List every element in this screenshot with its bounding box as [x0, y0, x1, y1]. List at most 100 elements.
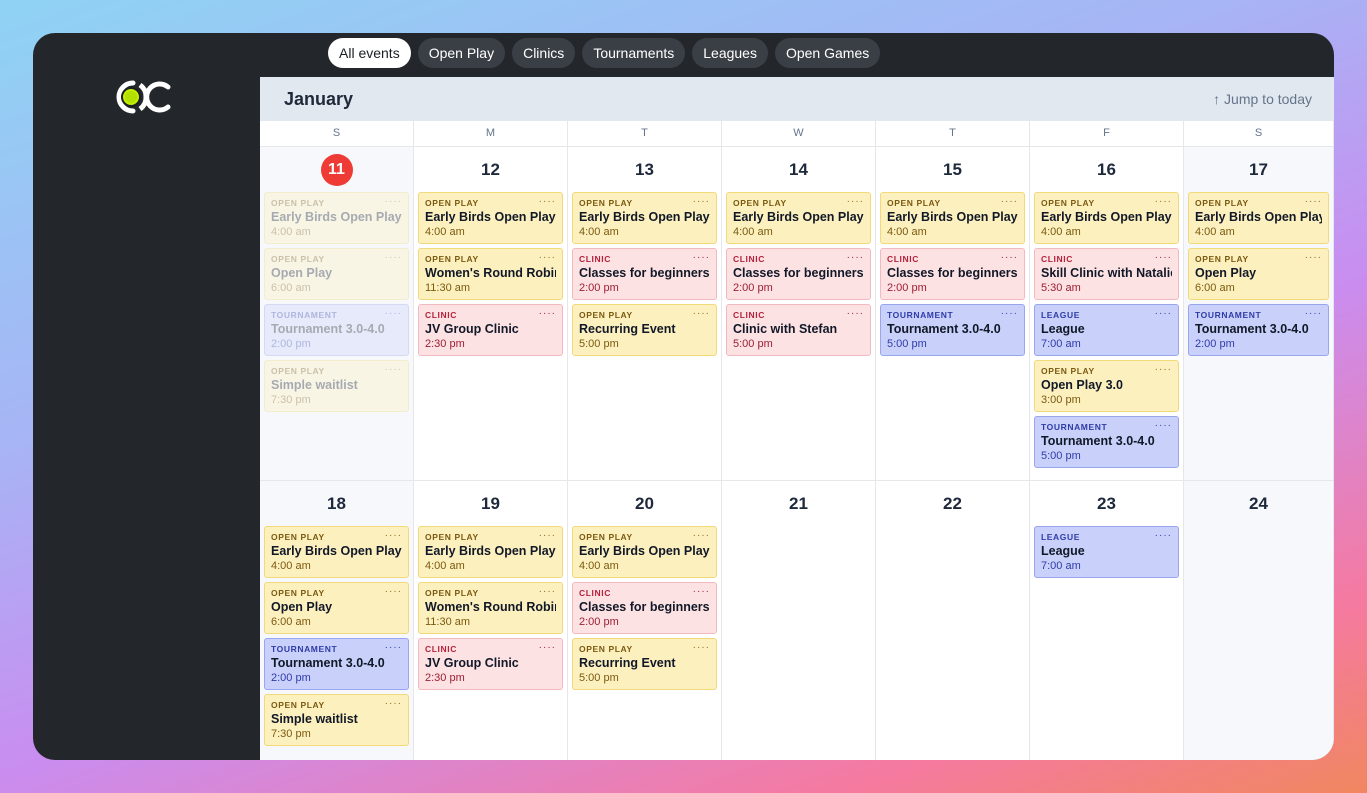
event-more-icon[interactable]: ····: [539, 308, 556, 319]
event-more-icon[interactable]: ····: [385, 252, 402, 263]
calendar-day-cell[interactable]: 24: [1184, 481, 1334, 760]
event-card[interactable]: OPEN PLAY Early Birds Open Play 4:00 am ···…: [572, 192, 717, 244]
event-card[interactable]: OPEN PLAY Early Birds Open Play 4:00 am ···…: [880, 192, 1025, 244]
event-more-icon[interactable]: ····: [385, 530, 402, 541]
jump-to-today-button[interactable]: ↑ Jump to today: [1213, 91, 1312, 107]
event-card[interactable]: OPEN PLAY Early Birds Open Play 4:00 am ···…: [1188, 192, 1329, 244]
day-number: 24: [1188, 481, 1329, 526]
calendar-day-cell[interactable]: 15 OPEN PLAY Early Birds Open Play 4:00 am ·…: [876, 147, 1030, 480]
event-more-icon[interactable]: ····: [693, 308, 710, 319]
filter-open-games[interactable]: Open Games: [774, 38, 881, 68]
event-more-icon[interactable]: ····: [385, 698, 402, 709]
event-card[interactable]: CLINIC Classes for beginners 2:00 pm ····: [572, 248, 717, 300]
event-more-icon[interactable]: ····: [385, 364, 402, 375]
event-card[interactable]: CLINIC JV Group Clinic 2:30 pm ····: [418, 304, 563, 356]
event-more-icon[interactable]: ····: [1001, 196, 1018, 207]
filter-all-events[interactable]: All events: [328, 38, 411, 68]
event-more-icon[interactable]: ····: [539, 530, 556, 541]
event-more-icon[interactable]: ····: [1001, 308, 1018, 319]
event-card[interactable]: OPEN PLAY Early Birds Open Play 4:00 am ···…: [418, 192, 563, 244]
filter-open-play[interactable]: Open Play: [417, 38, 506, 68]
event-more-icon[interactable]: ····: [693, 642, 710, 653]
event-more-icon[interactable]: ····: [693, 530, 710, 541]
event-category: CLINIC: [425, 310, 457, 320]
event-more-icon[interactable]: ····: [847, 196, 864, 207]
event-card[interactable]: OPEN PLAY Open Play 6:00 am ····: [264, 582, 409, 634]
event-card[interactable]: OPEN PLAY Early Birds Open Play 4:00 am ···…: [726, 192, 871, 244]
event-more-icon[interactable]: ····: [385, 586, 402, 597]
calendar-day-cell[interactable]: 23 LEAGUE League 7:00 am ····: [1030, 481, 1184, 760]
calendar-day-cell[interactable]: 20 OPEN PLAY Early Birds Open Play 4:00 am ·…: [568, 481, 722, 760]
calendar-day-cell[interactable]: 18 OPEN PLAY Early Birds Open Play 4:00 am ·…: [260, 481, 414, 760]
event-category: OPEN PLAY: [579, 644, 633, 654]
event-card[interactable]: OPEN PLAY Women's Round Robin 11:30 am ····: [418, 582, 563, 634]
event-card[interactable]: OPEN PLAY Open Play 6:00 am ····: [1188, 248, 1329, 300]
event-time: 2:30 pm: [425, 338, 465, 350]
event-card[interactable]: OPEN PLAY Early Birds Open Play 4:00 am ···…: [1034, 192, 1179, 244]
event-card[interactable]: TOURNAMENT Tournament 3.0-4.0 2:00 pm ····: [264, 638, 409, 690]
calendar-day-cell[interactable]: 19 OPEN PLAY Early Birds Open Play 4:00 am ·…: [414, 481, 568, 760]
event-card[interactable]: TOURNAMENT Tournament 3.0-4.0 5:00 pm ····: [880, 304, 1025, 356]
event-card[interactable]: OPEN PLAY Early Birds Open Play 4:00 am ···…: [418, 526, 563, 578]
event-card[interactable]: TOURNAMENT Tournament 3.0-4.0 2:00 pm ····: [1188, 304, 1329, 356]
event-more-icon[interactable]: ····: [847, 308, 864, 319]
event-more-icon[interactable]: ····: [693, 196, 710, 207]
event-card[interactable]: OPEN PLAY Open Play 6:00 am ····: [264, 248, 409, 300]
event-card[interactable]: OPEN PLAY Early Birds Open Play 4:00 am ···…: [264, 526, 409, 578]
event-more-icon[interactable]: ····: [385, 642, 402, 653]
event-more-icon[interactable]: ····: [1155, 308, 1172, 319]
event-more-icon[interactable]: ····: [1305, 196, 1322, 207]
event-card[interactable]: OPEN PLAY Early Birds Open Play 4:00 am ···…: [264, 192, 409, 244]
event-card[interactable]: OPEN PLAY Simple waitlist 7:30 pm ····: [264, 360, 409, 412]
calendar-day-cell[interactable]: 22: [876, 481, 1030, 760]
event-more-icon[interactable]: ····: [1155, 420, 1172, 431]
event-more-icon[interactable]: ····: [1155, 530, 1172, 541]
event-card[interactable]: OPEN PLAY Open Play 3.0 3:00 pm ····: [1034, 360, 1179, 412]
calendar-day-cell[interactable]: 16 OPEN PLAY Early Birds Open Play 4:00 am ·…: [1030, 147, 1184, 480]
event-card[interactable]: LEAGUE League 7:00 am ····: [1034, 526, 1179, 578]
calendar-day-cell[interactable]: 13 OPEN PLAY Early Birds Open Play 4:00 am ·…: [568, 147, 722, 480]
day-number: 20: [572, 481, 717, 526]
event-card[interactable]: OPEN PLAY Early Birds Open Play 4:00 am ···…: [572, 526, 717, 578]
event-card[interactable]: CLINIC Classes for beginners 2:00 pm ····: [572, 582, 717, 634]
event-card[interactable]: OPEN PLAY Recurring Event 5:00 pm ····: [572, 304, 717, 356]
event-more-icon[interactable]: ····: [539, 642, 556, 653]
event-card[interactable]: LEAGUE League 7:00 am ····: [1034, 304, 1179, 356]
event-more-icon[interactable]: ····: [1001, 252, 1018, 263]
event-card[interactable]: OPEN PLAY Simple waitlist 7:30 pm ····: [264, 694, 409, 746]
calendar-day-cell[interactable]: 21: [722, 481, 876, 760]
event-time: 4:00 am: [733, 226, 773, 238]
day-number: 16: [1034, 147, 1179, 192]
event-more-icon[interactable]: ····: [1305, 252, 1322, 263]
event-card[interactable]: CLINIC Skill Clinic with Natalie 5:30 am ··…: [1034, 248, 1179, 300]
event-card[interactable]: TOURNAMENT Tournament 3.0-4.0 5:00 pm ····: [1034, 416, 1179, 468]
event-more-icon[interactable]: ····: [1305, 308, 1322, 319]
event-more-icon[interactable]: ····: [1155, 364, 1172, 375]
event-card[interactable]: CLINIC JV Group Clinic 2:30 pm ····: [418, 638, 563, 690]
event-card[interactable]: OPEN PLAY Women's Round Robin 11:30 am ····: [418, 248, 563, 300]
event-card[interactable]: CLINIC Clinic with Stefan 5:00 pm ····: [726, 304, 871, 356]
event-more-icon[interactable]: ····: [385, 308, 402, 319]
calendar-day-cell[interactable]: 12 OPEN PLAY Early Birds Open Play 4:00 am ·…: [414, 147, 568, 480]
event-more-icon[interactable]: ····: [539, 196, 556, 207]
event-more-icon[interactable]: ····: [1155, 196, 1172, 207]
event-more-icon[interactable]: ····: [693, 252, 710, 263]
calendar-day-cell[interactable]: 11 OPEN PLAY Early Birds Open Play 4:00 am ·…: [260, 147, 414, 480]
calendar-day-cell[interactable]: 17 OPEN PLAY Early Birds Open Play 4:00 am ·…: [1184, 147, 1334, 480]
event-more-icon[interactable]: ····: [693, 586, 710, 597]
event-card[interactable]: TOURNAMENT Tournament 3.0-4.0 2:00 pm ····: [264, 304, 409, 356]
event-more-icon[interactable]: ····: [539, 586, 556, 597]
filter-leagues[interactable]: Leagues: [692, 38, 768, 68]
event-more-icon[interactable]: ····: [847, 252, 864, 263]
event-more-icon[interactable]: ····: [539, 252, 556, 263]
filter-clinics[interactable]: Clinics: [512, 38, 576, 68]
event-more-icon[interactable]: ····: [1155, 252, 1172, 263]
event-card[interactable]: CLINIC Classes for beginners 2:00 pm ····: [726, 248, 871, 300]
day-number: 22: [880, 481, 1025, 526]
filter-tournaments[interactable]: Tournaments: [582, 38, 686, 68]
event-card[interactable]: OPEN PLAY Recurring Event 5:00 pm ····: [572, 638, 717, 690]
event-card[interactable]: CLINIC Classes for beginners 2:00 pm ····: [880, 248, 1025, 300]
app-logo-icon[interactable]: [113, 79, 175, 115]
event-more-icon[interactable]: ····: [385, 196, 402, 207]
calendar-day-cell[interactable]: 14 OPEN PLAY Early Birds Open Play 4:00 am ·…: [722, 147, 876, 480]
